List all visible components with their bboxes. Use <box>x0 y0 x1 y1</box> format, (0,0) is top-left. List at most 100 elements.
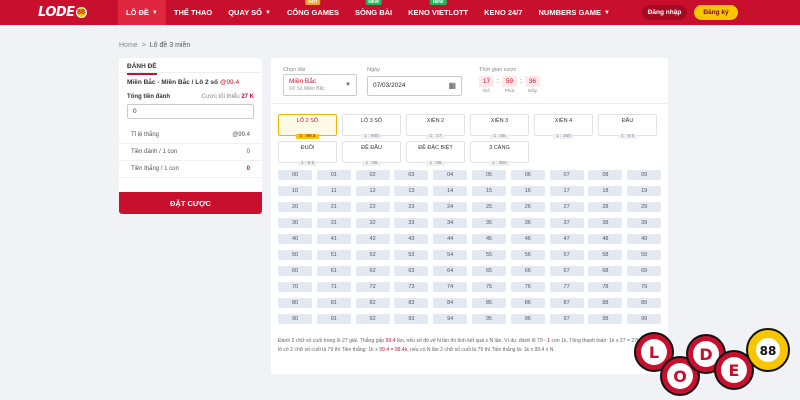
number-cell[interactable]: 67 <box>549 266 584 276</box>
number-cell[interactable]: 83 <box>394 298 429 308</box>
number-cell[interactable]: 63 <box>394 266 429 276</box>
number-cell[interactable]: 61 <box>316 266 351 276</box>
number-cell[interactable]: 31 <box>316 218 351 228</box>
number-cell[interactable]: 01 <box>316 170 351 180</box>
number-cell[interactable]: 04 <box>433 170 468 180</box>
number-cell[interactable]: 57 <box>549 250 584 260</box>
number-cell[interactable]: 66 <box>510 266 545 276</box>
number-cell[interactable]: 93 <box>394 314 429 324</box>
number-cell[interactable]: 82 <box>355 298 390 308</box>
number-cell[interactable]: 49 <box>627 234 662 244</box>
number-cell[interactable]: 39 <box>627 218 662 228</box>
bet-type-option[interactable]: 3 CÀNG 1 : 900 <box>470 141 529 166</box>
nav-item-keno-24-7[interactable]: KENO 24/7 <box>476 0 530 25</box>
number-cell[interactable]: 89 <box>627 298 662 308</box>
bet-slip-tab[interactable]: ĐÁNH ĐỀ <box>119 58 262 75</box>
number-cell[interactable]: 47 <box>549 234 584 244</box>
bet-type-option[interactable]: LÔ 3 SỐ 1 : 900 <box>342 114 401 139</box>
number-cell[interactable]: 30 <box>278 218 312 228</box>
number-cell[interactable]: 50 <box>278 250 312 260</box>
number-cell[interactable]: 32 <box>355 218 390 228</box>
number-cell[interactable]: 41 <box>316 234 351 244</box>
number-cell[interactable]: 02 <box>355 170 390 180</box>
number-cell[interactable]: 91 <box>316 314 351 324</box>
number-cell[interactable]: 58 <box>588 250 623 260</box>
bet-type-option[interactable]: ĐỀ ĐẦU 1 : 95 <box>342 141 401 166</box>
number-cell[interactable]: 85 <box>472 298 506 308</box>
number-cell[interactable]: 06 <box>510 170 545 180</box>
number-cell[interactable]: 76 <box>510 282 545 292</box>
register-button[interactable]: Đăng ký <box>694 5 738 20</box>
number-cell[interactable]: 86 <box>510 298 545 308</box>
number-cell[interactable]: 60 <box>278 266 312 276</box>
number-cell[interactable]: 65 <box>472 266 506 276</box>
bet-type-option[interactable]: XIÊN 4 1 : 250 <box>534 114 593 139</box>
number-cell[interactable]: 72 <box>355 282 390 292</box>
number-cell[interactable]: 97 <box>549 314 584 324</box>
number-cell[interactable]: 25 <box>472 202 506 212</box>
number-cell[interactable]: 59 <box>627 250 662 260</box>
number-cell[interactable]: 69 <box>627 266 662 276</box>
bet-type-option[interactable]: ĐUÔI 1 : 9.5 <box>278 141 337 166</box>
number-cell[interactable]: 42 <box>355 234 390 244</box>
number-cell[interactable]: 23 <box>394 202 429 212</box>
number-cell[interactable]: 22 <box>355 202 390 212</box>
number-cell[interactable]: 78 <box>588 282 623 292</box>
number-cell[interactable]: 80 <box>278 298 312 308</box>
number-cell[interactable]: 56 <box>510 250 545 260</box>
number-cell[interactable]: 19 <box>627 186 662 196</box>
number-cell[interactable]: 40 <box>278 234 312 244</box>
number-cell[interactable]: 79 <box>627 282 662 292</box>
number-cell[interactable]: 37 <box>549 218 584 228</box>
number-cell[interactable]: 88 <box>588 298 623 308</box>
bet-type-option[interactable]: ĐẦU 1 : 9.5 <box>598 114 657 139</box>
number-cell[interactable]: 26 <box>510 202 545 212</box>
bet-type-option[interactable]: XIÊN 2 1 : 17 <box>406 114 465 139</box>
number-cell[interactable]: 24 <box>433 202 468 212</box>
number-cell[interactable]: 81 <box>316 298 351 308</box>
number-cell[interactable]: 17 <box>549 186 584 196</box>
number-cell[interactable]: 94 <box>433 314 468 324</box>
nav-item-th-thao[interactable]: THỂ THAO <box>166 0 220 25</box>
number-cell[interactable]: 68 <box>588 266 623 276</box>
number-cell[interactable]: 98 <box>588 314 623 324</box>
number-cell[interactable]: 12 <box>355 186 390 196</box>
number-cell[interactable]: 96 <box>510 314 545 324</box>
nav-item-s-ng-b-i[interactable]: SÒNG BÀI NEW <box>347 0 400 25</box>
number-cell[interactable]: 84 <box>433 298 468 308</box>
number-cell[interactable]: 45 <box>472 234 506 244</box>
number-cell[interactable]: 20 <box>278 202 312 212</box>
number-cell[interactable]: 51 <box>316 250 351 260</box>
number-cell[interactable]: 55 <box>472 250 506 260</box>
number-cell[interactable]: 35 <box>472 218 506 228</box>
nav-item-keno-vietlott[interactable]: KENO VIETLOTT NEW <box>400 0 476 25</box>
number-cell[interactable]: 21 <box>316 202 351 212</box>
bet-amount-input[interactable]: 0 <box>127 104 254 119</box>
breadcrumb-home[interactable]: Home <box>119 42 138 49</box>
number-cell[interactable]: 43 <box>394 234 429 244</box>
number-cell[interactable]: 09 <box>627 170 662 180</box>
number-cell[interactable]: 87 <box>549 298 584 308</box>
number-cell[interactable]: 95 <box>472 314 506 324</box>
number-cell[interactable]: 36 <box>510 218 545 228</box>
nav-item-c-ng-games[interactable]: CỔNG GAMES HOT <box>279 0 347 25</box>
bet-type-option[interactable]: LÔ 2 SỐ 1 : 99.4 <box>278 114 337 139</box>
number-cell[interactable]: 34 <box>433 218 468 228</box>
number-cell[interactable]: 03 <box>394 170 429 180</box>
number-cell[interactable]: 92 <box>355 314 390 324</box>
nav-item-l[interactable]: LÔ ĐỀ ▼ <box>118 0 166 25</box>
number-cell[interactable]: 18 <box>588 186 623 196</box>
number-cell[interactable]: 00 <box>278 170 312 180</box>
number-cell[interactable]: 28 <box>588 202 623 212</box>
number-cell[interactable]: 48 <box>588 234 623 244</box>
bet-type-option[interactable]: ĐỀ ĐẶC BIỆT 1 : 95 <box>406 141 465 166</box>
number-cell[interactable]: 53 <box>394 250 429 260</box>
number-cell[interactable]: 27 <box>549 202 584 212</box>
number-cell[interactable]: 71 <box>316 282 351 292</box>
number-cell[interactable]: 07 <box>549 170 584 180</box>
number-cell[interactable]: 74 <box>433 282 468 292</box>
number-cell[interactable]: 62 <box>355 266 390 276</box>
number-cell[interactable]: 52 <box>355 250 390 260</box>
number-cell[interactable]: 10 <box>278 186 312 196</box>
number-cell[interactable]: 08 <box>588 170 623 180</box>
